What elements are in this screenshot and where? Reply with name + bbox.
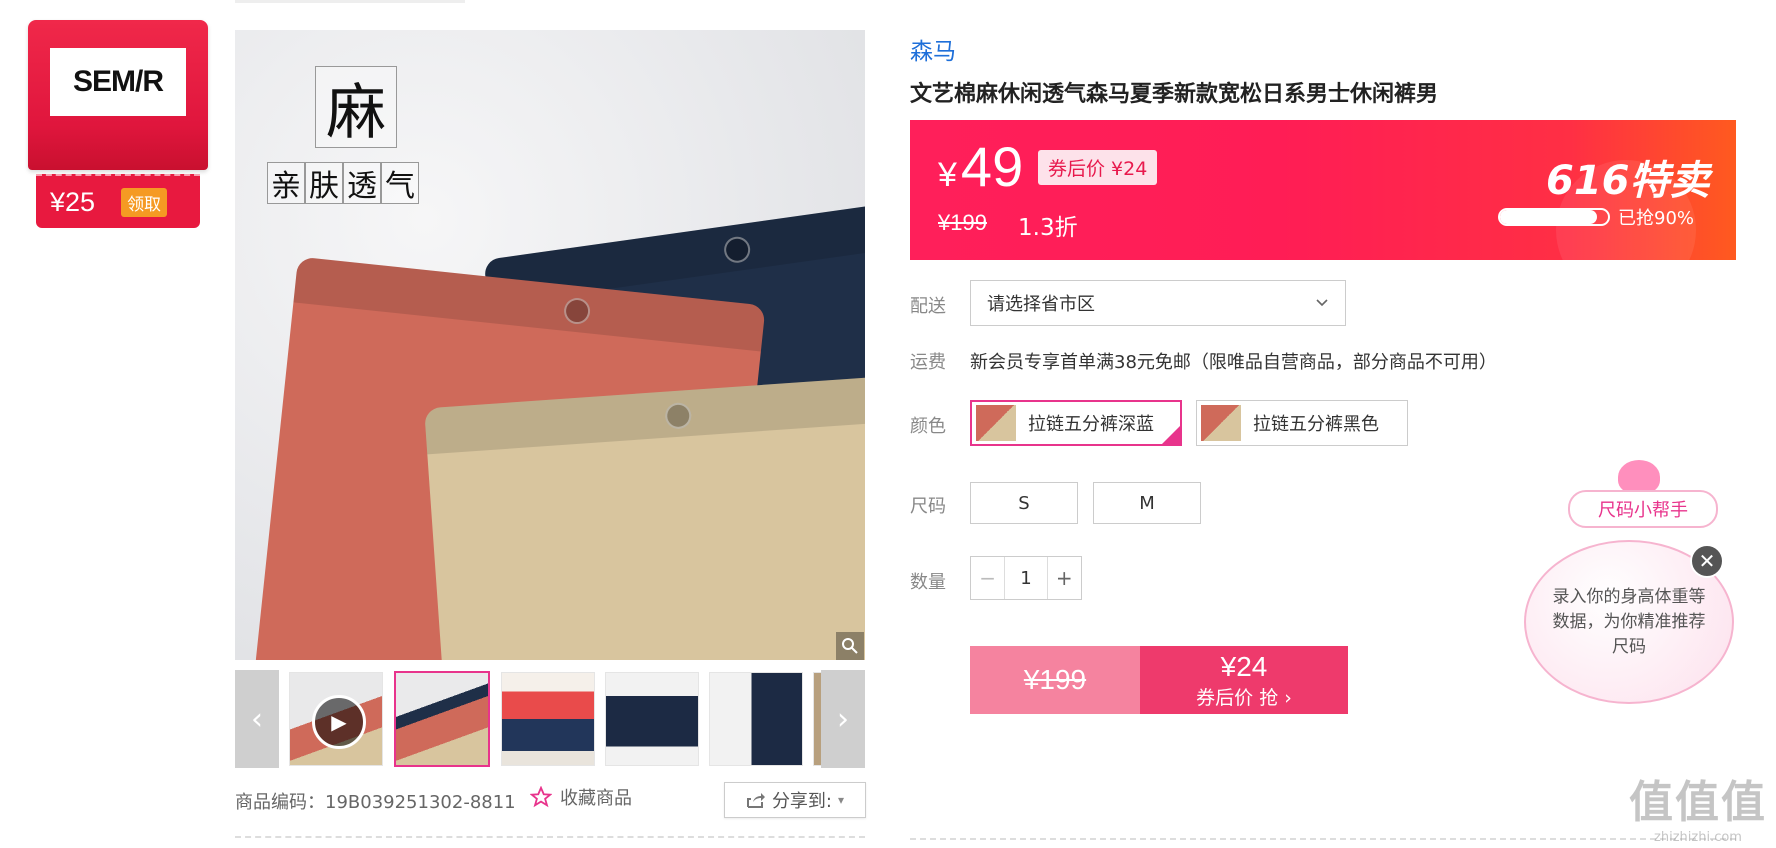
check-icon: [1160, 424, 1182, 446]
color-option-label: 拉链五分裤黑色: [1253, 414, 1379, 435]
share-icon: [746, 793, 765, 808]
buy-coupon-price: ¥24: [1220, 650, 1268, 682]
quantity-label: 数量: [910, 572, 946, 593]
thumbnail-image[interactable]: [709, 672, 803, 766]
tagline-char: 透: [343, 162, 381, 204]
product-title: 文艺棉麻休闲透气森马夏季新款宽松日系男士休闲裤男: [910, 82, 1439, 107]
share-label: 分享到:: [771, 791, 833, 812]
brand-link[interactable]: 森马: [910, 32, 956, 66]
delivery-label: 配送: [910, 296, 946, 317]
share-dropdown[interactable]: 分享到: ▾: [724, 782, 866, 818]
chevron-down-icon: ▾: [838, 793, 845, 807]
close-icon[interactable]: ✕: [1690, 544, 1724, 578]
buy-original-price: ¥199: [970, 646, 1140, 714]
thumbnail-strip: ‹ ▶ ›: [235, 670, 865, 768]
original-price: ¥199: [938, 210, 987, 235]
coupon-footer: ¥25 领取: [36, 174, 200, 228]
price-banner: ¥49 券后价 ¥24 ¥199 1.3折 616特卖 已抢90%: [910, 120, 1736, 260]
minus-button[interactable]: −: [971, 557, 1006, 599]
claim-coupon-button[interactable]: 领取: [121, 187, 168, 217]
quantity-value[interactable]: 1: [1005, 557, 1046, 599]
tagline-char: 亲: [267, 162, 305, 204]
khaki-shorts: [424, 372, 865, 660]
size-label: 尺码: [910, 496, 946, 517]
buy-coupon-action[interactable]: ¥24 券后价 抢 ›: [1140, 646, 1348, 714]
size-option[interactable]: M: [1093, 482, 1201, 524]
chevron-left-icon[interactable]: ‹: [235, 670, 279, 768]
star-icon: [530, 786, 552, 808]
coupon-value: ¥25: [50, 186, 96, 217]
watermark-logo: 值值值: [1629, 777, 1767, 828]
chevron-right-icon[interactable]: ›: [821, 670, 865, 768]
buy-button[interactable]: ¥199 ¥24 券后价 抢 ›: [970, 646, 1348, 714]
color-swatch: [976, 405, 1016, 441]
shipping-info: 新会员专享首单满38元免邮（限唯品自营商品，部分商品不可用）: [970, 352, 1497, 373]
discount-rate: 1.3折: [1018, 215, 1078, 241]
color-swatch: [1201, 405, 1241, 441]
favorite-label: 收藏商品: [560, 788, 632, 809]
sold-percentage: 已抢90%: [1618, 208, 1695, 229]
brand-logo: SEM/R: [50, 48, 186, 116]
divider: [235, 836, 865, 838]
shipping-label: 运费: [910, 352, 946, 373]
play-icon[interactable]: ▶: [312, 695, 366, 749]
color-label: 颜色: [910, 416, 946, 437]
product-code: 商品编码：19B039251302-8811: [235, 792, 516, 813]
plus-button[interactable]: +: [1046, 557, 1081, 599]
headline-char: 麻: [315, 66, 397, 148]
coupon-header: SEM/R: [28, 20, 208, 170]
color-option-label: 拉链五分裤深蓝: [1028, 414, 1154, 435]
color-option[interactable]: 拉链五分裤深蓝: [970, 400, 1182, 446]
watermark: 值值值 zhizhizhi.com: [1628, 766, 1768, 845]
quantity-stepper: − 1 +: [970, 556, 1082, 600]
sale-price: ¥49: [938, 135, 1024, 198]
event-title: 616特卖: [1546, 158, 1710, 204]
thumbnail-image[interactable]: [605, 672, 699, 766]
size-helper-button[interactable]: 尺码小帮手: [1568, 490, 1718, 528]
sold-progress-bar: [1498, 208, 1610, 226]
coupon-price-badge: 券后价 ¥24: [1038, 150, 1158, 185]
chevron-down-icon: [1316, 299, 1328, 307]
watermark-url: zhizhizhi.com: [1654, 830, 1742, 845]
brand-coupon-card[interactable]: SEM/R ¥25 领取: [28, 20, 208, 228]
top-divider: [235, 0, 465, 3]
favorite-button[interactable]: 收藏商品: [530, 784, 632, 810]
region-select[interactable]: 请选择省市区: [970, 280, 1346, 326]
color-option[interactable]: 拉链五分裤黑色: [1196, 400, 1408, 446]
thumbnail-image[interactable]: [394, 671, 490, 767]
buy-action-label: 券后价 抢 ›: [1196, 686, 1292, 709]
region-select-value: 请选择省市区: [987, 294, 1095, 315]
size-option[interactable]: S: [970, 482, 1078, 524]
tagline-char: 气: [381, 162, 419, 204]
thumbnail-image[interactable]: [501, 672, 595, 766]
divider: [910, 838, 1736, 840]
mascot-icon: [1618, 460, 1660, 494]
tagline-char: 肤: [305, 162, 343, 204]
thumbnail-video[interactable]: ▶: [289, 672, 383, 766]
main-product-image[interactable]: 麻 亲 肤 透 气: [235, 30, 865, 660]
magnifier-icon[interactable]: [836, 632, 864, 660]
